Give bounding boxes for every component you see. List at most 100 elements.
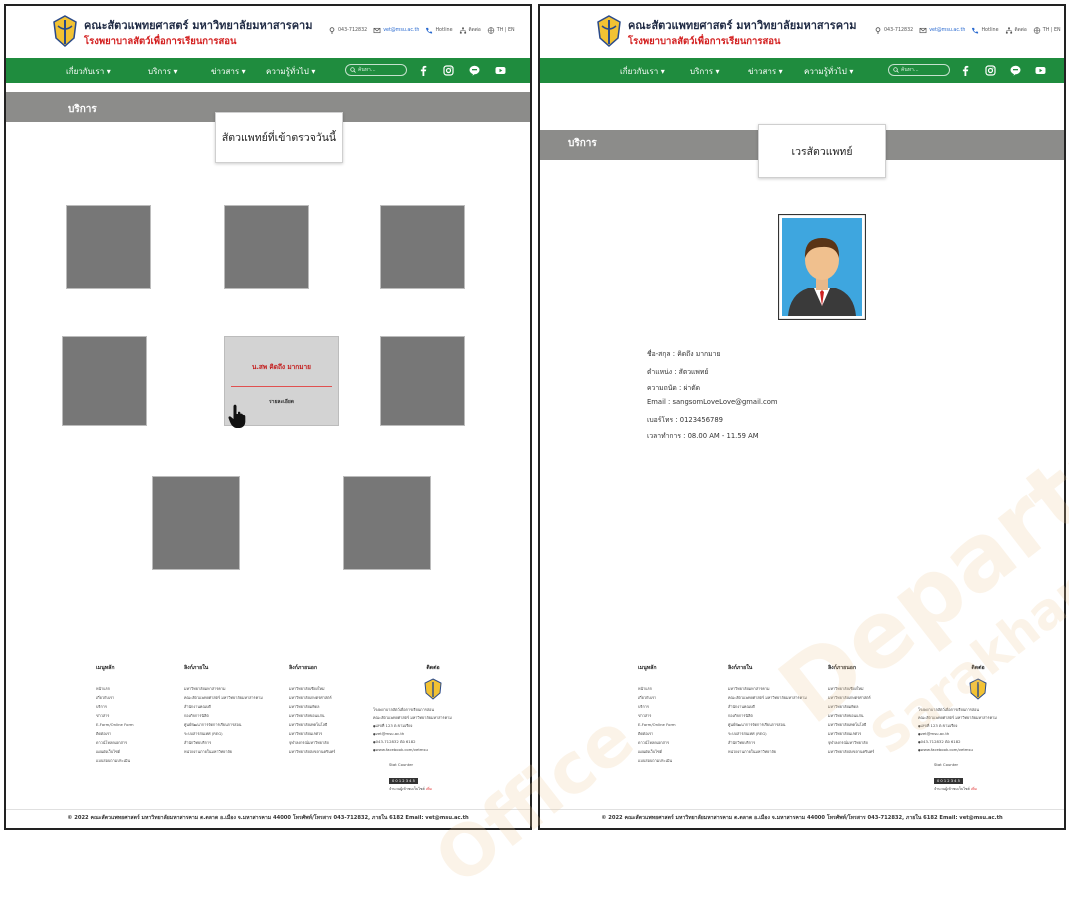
footer-link[interactable]: ดาวน์โหลดเอกสาร: [638, 738, 676, 747]
footer-link[interactable]: แบบสอบถามประเมิน: [638, 756, 676, 765]
footer-link[interactable]: หน้าแรก: [638, 684, 676, 693]
footer-link[interactable]: มหาวิทยาลัยมหิดล: [828, 702, 874, 711]
footer-link[interactable]: มหาวิทยาลัยสงขลานครินทร์: [828, 747, 874, 756]
footer-link[interactable]: แบบสอบถามประเมิน: [96, 756, 134, 765]
footer-link[interactable]: E-Form/Online Form: [96, 720, 134, 729]
nav-item-about[interactable]: เกี่ยวกับเรา ▾: [66, 65, 111, 78]
footer-link[interactable]: เกี่ยวกับเรา: [638, 693, 676, 702]
footer-link[interactable]: ติดต่อเรา: [96, 729, 134, 738]
vet-info-email[interactable]: Email : sangsomLoveLove@gmail.com: [647, 398, 778, 406]
vet-card[interactable]: [62, 336, 147, 426]
footer-col-title: ลิงก์ภายใน: [184, 665, 209, 671]
contact-phone[interactable]: 043-712832: [328, 26, 367, 34]
footer-link[interactable]: ข่าวสาร: [96, 711, 134, 720]
footer-contact-bullet[interactable]: www.facebook.com/vetmsu: [373, 746, 493, 754]
vet-card[interactable]: [380, 205, 465, 289]
nav-item-services[interactable]: บริการ ▾: [148, 65, 178, 78]
contact-hotline[interactable]: Hotline: [425, 27, 453, 34]
footer-contact-bullet[interactable]: vet@msu.ac.th: [918, 730, 1038, 738]
footer-link[interactable]: มหาวิทยาลัยเชียงใหม่: [828, 684, 874, 693]
vet-card[interactable]: [380, 336, 465, 426]
contact-email[interactable]: vet@msu.ac.th: [373, 27, 419, 34]
footer-link[interactable]: ติดต่อเรา: [638, 729, 676, 738]
vet-card[interactable]: [224, 205, 309, 289]
footer-link[interactable]: คณะสัตวแพทยศาสตร์ มหาวิทยาลัยมหาสารคาม: [184, 693, 263, 702]
footer-main-menu: เมนูหลัก หน้าแรก เกี่ยวกับเรา บริการ ข่า…: [96, 664, 134, 765]
contact-email[interactable]: vet@msu.ac.th: [919, 27, 965, 34]
line-icon[interactable]: [1010, 65, 1021, 76]
footer-link[interactable]: มหาวิทยาลัยขอนแก่น: [289, 711, 335, 720]
footer-link[interactable]: หน้าแรก: [96, 684, 134, 693]
nav-item-about[interactable]: เกี่ยวกับเรา ▾: [620, 65, 665, 78]
footer-link[interactable]: บริการ: [638, 702, 676, 711]
footer-link[interactable]: บริการ: [96, 702, 134, 711]
nav-item-news[interactable]: ข่าวสาร ▾: [211, 65, 246, 78]
footer-link[interactable]: มหาวิทยาลัยนเรศวร: [828, 729, 874, 738]
contact-sitemap[interactable]: ติดต่อ: [459, 26, 481, 34]
nav-item-knowledge[interactable]: ความรู้ทั่วไป ▾: [804, 65, 853, 78]
instagram-icon[interactable]: [443, 65, 454, 76]
search-input[interactable]: ค้นหา...: [888, 64, 950, 76]
faculty-logo-icon[interactable]: [52, 14, 78, 48]
footer-col-title: เมนูหลัก: [638, 665, 657, 671]
footer-link[interactable]: ข่าวสาร: [638, 711, 676, 720]
footer-link[interactable]: หน่วยงานภายในมหาวิทยาลัย: [184, 747, 263, 756]
footer-link[interactable]: เกี่ยวกับเรา: [96, 693, 134, 702]
stat-counter-link[interactable]: เพิ่ม: [971, 787, 977, 791]
faculty-logo-icon[interactable]: [596, 14, 622, 48]
footer-link[interactable]: กองกิจการนิสิต: [728, 711, 807, 720]
footer-link[interactable]: จุฬาลงกรณ์มหาวิทยาลัย: [289, 738, 335, 747]
facebook-icon[interactable]: [960, 65, 971, 76]
contact-sitemap[interactable]: ติดต่อ: [1005, 26, 1027, 34]
footer-contact-bullet[interactable]: vet@msu.ac.th: [373, 730, 493, 738]
footer-link[interactable]: ศูนย์พัฒนาการจัดการเรียนการสอน: [184, 720, 263, 729]
vet-card[interactable]: [66, 205, 151, 289]
nav-item-news[interactable]: ข่าวสาร ▾: [748, 65, 783, 78]
contact-phone[interactable]: 043-712832: [874, 26, 913, 34]
footer-link[interactable]: ระบบสารสนเทศ (REG): [728, 729, 807, 738]
vet-card-highlighted[interactable]: น.สพ คิดถึง มากมาย รายละเอียด: [224, 336, 339, 428]
footer-link[interactable]: มหาวิทยาลัยเกษตรศาสตร์: [289, 693, 335, 702]
footer-link[interactable]: สำนักงานคณบดี: [184, 702, 263, 711]
footer-link[interactable]: มหาวิทยาลัยเกษตรศาสตร์: [828, 693, 874, 702]
footer-contact-bullet[interactable]: www.facebook.com/vetmsu: [918, 746, 1038, 754]
contact-hotline[interactable]: Hotline: [971, 27, 999, 34]
footer-link[interactable]: มหาวิทยาลัยนเรศวร: [289, 729, 335, 738]
footer-link[interactable]: มหาวิทยาลัยเชียงใหม่: [289, 684, 335, 693]
instagram-icon[interactable]: [985, 65, 996, 76]
footer-link[interactable]: ระบบสารสนเทศ (REG): [184, 729, 263, 738]
footer-link[interactable]: มหาวิทยาลัยสงขลานครินทร์: [289, 747, 335, 756]
footer-link[interactable]: คณะสัตวแพทยศาสตร์ มหาวิทยาลัยมหาสารคาม: [728, 693, 807, 702]
header-contacts: 043-712832 vet@msu.ac.th Hotline ติดต่อ …: [874, 26, 1061, 34]
nav-item-knowledge[interactable]: ความรู้ทั่วไป ▾: [266, 65, 315, 78]
footer-link[interactable]: แผนผังเว็บไซต์: [638, 747, 676, 756]
nav-item-services[interactable]: บริการ ▾: [690, 65, 720, 78]
footer-link[interactable]: สำนักวิทยบริการ: [184, 738, 263, 747]
footer-link[interactable]: แผนผังเว็บไซต์: [96, 747, 134, 756]
footer-link[interactable]: มหาวิทยาลัยมหิดล: [289, 702, 335, 711]
footer-link[interactable]: ดาวน์โหลดเอกสาร: [96, 738, 134, 747]
facebook-icon[interactable]: [418, 65, 429, 76]
footer-link[interactable]: มหาวิทยาลัยเทคโนโลยี: [828, 720, 874, 729]
youtube-icon[interactable]: [1035, 65, 1046, 76]
stat-counter-link[interactable]: เพิ่ม: [426, 787, 432, 791]
footer-link[interactable]: กองกิจการนิสิต: [184, 711, 263, 720]
language-switch[interactable]: TH | EN: [1033, 26, 1061, 34]
footer-link[interactable]: มหาวิทยาลัยมหาสารคาม: [184, 684, 263, 693]
footer-link[interactable]: สำนักงานคณบดี: [728, 702, 807, 711]
footer-link[interactable]: สำนักวิทยบริการ: [728, 738, 807, 747]
vet-card[interactable]: [343, 476, 431, 570]
language-switch[interactable]: TH | EN: [487, 26, 515, 34]
footer-link[interactable]: ศูนย์พัฒนาการจัดการเรียนการสอน: [728, 720, 807, 729]
search-input[interactable]: ค้นหา...: [345, 64, 407, 76]
footer-link[interactable]: E-Form/Online Form: [638, 720, 676, 729]
line-icon[interactable]: [469, 65, 480, 76]
footer-link[interactable]: มหาวิทยาลัยเทคโนโลยี: [289, 720, 335, 729]
footer-col-title: ติดต่อ: [426, 665, 440, 671]
vet-card[interactable]: [152, 476, 240, 570]
footer-link[interactable]: หน่วยงานภายในมหาวิทยาลัย: [728, 747, 807, 756]
youtube-icon[interactable]: [495, 65, 506, 76]
footer-link[interactable]: มหาวิทยาลัยมหาสารคาม: [728, 684, 807, 693]
footer-link[interactable]: มหาวิทยาลัยขอนแก่น: [828, 711, 874, 720]
footer-link[interactable]: จุฬาลงกรณ์มหาวิทยาลัย: [828, 738, 874, 747]
